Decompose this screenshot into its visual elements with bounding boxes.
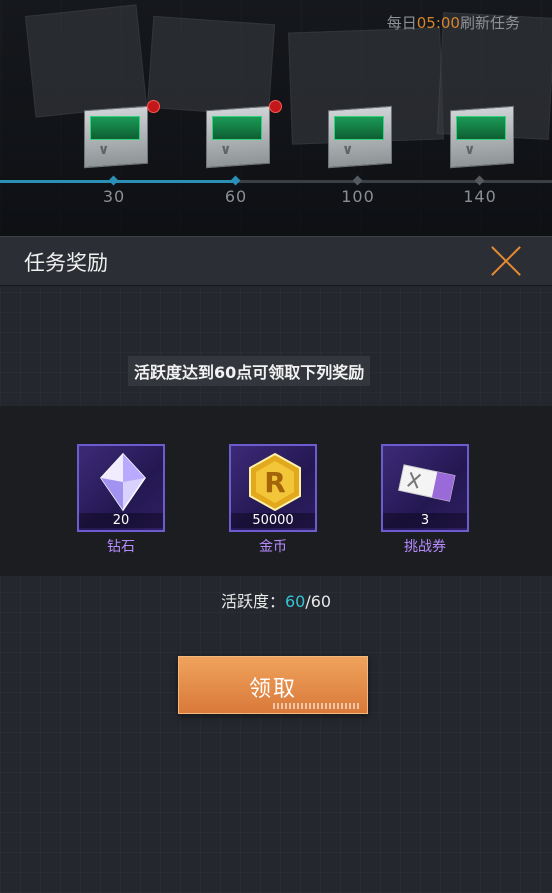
reward-tile: 20 bbox=[77, 444, 165, 532]
task-reward-modal: 任务奖励 活跃度达到60点可领取下列奖励 20 钻石 R 50000 金币 3 … bbox=[0, 236, 552, 893]
svg-text:R: R bbox=[264, 466, 286, 499]
reward-name: 挑战券 bbox=[404, 539, 446, 555]
modal-title: 任务奖励 bbox=[24, 251, 108, 275]
reward-name: 金币 bbox=[259, 539, 287, 555]
close-icon[interactable] bbox=[488, 243, 524, 279]
reward-quantity: 50000 bbox=[231, 513, 315, 528]
chest-60[interactable]: ∨ bbox=[202, 100, 272, 169]
refresh-prefix: 每日 bbox=[386, 14, 417, 32]
reward-tile: 3 bbox=[381, 444, 469, 532]
milestone-node-60 bbox=[230, 175, 241, 186]
milestone-label-60: 60 bbox=[224, 187, 248, 206]
daily-activity-background: 每日05:00刷新任务 ∨ ∨ ∨ ∨ 30 60 100 140 bbox=[0, 0, 552, 236]
refresh-time: 05:00 bbox=[416, 14, 460, 32]
reward-quantity: 20 bbox=[79, 513, 163, 528]
notification-dot bbox=[147, 100, 160, 113]
activity-total: /60 bbox=[305, 592, 332, 611]
claim-button-decoration bbox=[273, 703, 359, 709]
diamond-icon bbox=[100, 452, 146, 512]
milestone-node-140 bbox=[474, 175, 485, 186]
notification-dot bbox=[269, 100, 282, 113]
activity-label: 活跃度： bbox=[220, 592, 285, 611]
milestone-node-30 bbox=[108, 175, 119, 186]
refresh-suffix: 刷新任务 bbox=[459, 14, 520, 32]
challenge-ticket-icon bbox=[398, 464, 456, 502]
reward-requirement-text: 活跃度达到60点可领取下列奖励 bbox=[128, 356, 371, 386]
activity-status: 活跃度：60/60 bbox=[0, 588, 552, 612]
activity-current: 60 bbox=[284, 592, 306, 611]
chest-30[interactable]: ∨ bbox=[80, 100, 150, 169]
reward-quantity: 3 bbox=[383, 513, 467, 528]
reward-item-gold-coin[interactable]: R 50000 金币 bbox=[227, 444, 319, 556]
reward-item-diamond[interactable]: 20 钻石 bbox=[75, 444, 167, 556]
milestone-node-100 bbox=[352, 175, 363, 186]
milestone-label-30: 30 bbox=[102, 187, 126, 206]
modal-header: 任务奖励 bbox=[0, 236, 552, 286]
claim-button[interactable]: 领取 bbox=[178, 656, 368, 714]
reward-name: 钻石 bbox=[107, 539, 135, 555]
chest-100[interactable]: ∨ bbox=[324, 100, 394, 169]
reward-item-challenge-ticket[interactable]: 3 挑战券 bbox=[379, 444, 471, 556]
gold-coin-icon: R bbox=[249, 452, 301, 512]
activity-progress-fill bbox=[0, 180, 238, 183]
claim-button-label: 领取 bbox=[248, 677, 297, 702]
reward-tile: R 50000 bbox=[229, 444, 317, 532]
milestone-label-140: 140 bbox=[463, 187, 497, 206]
daily-refresh-notice: 每日05:00刷新任务 bbox=[387, 12, 520, 33]
milestone-label-100: 100 bbox=[341, 187, 375, 206]
chest-140[interactable]: ∨ bbox=[446, 100, 516, 169]
